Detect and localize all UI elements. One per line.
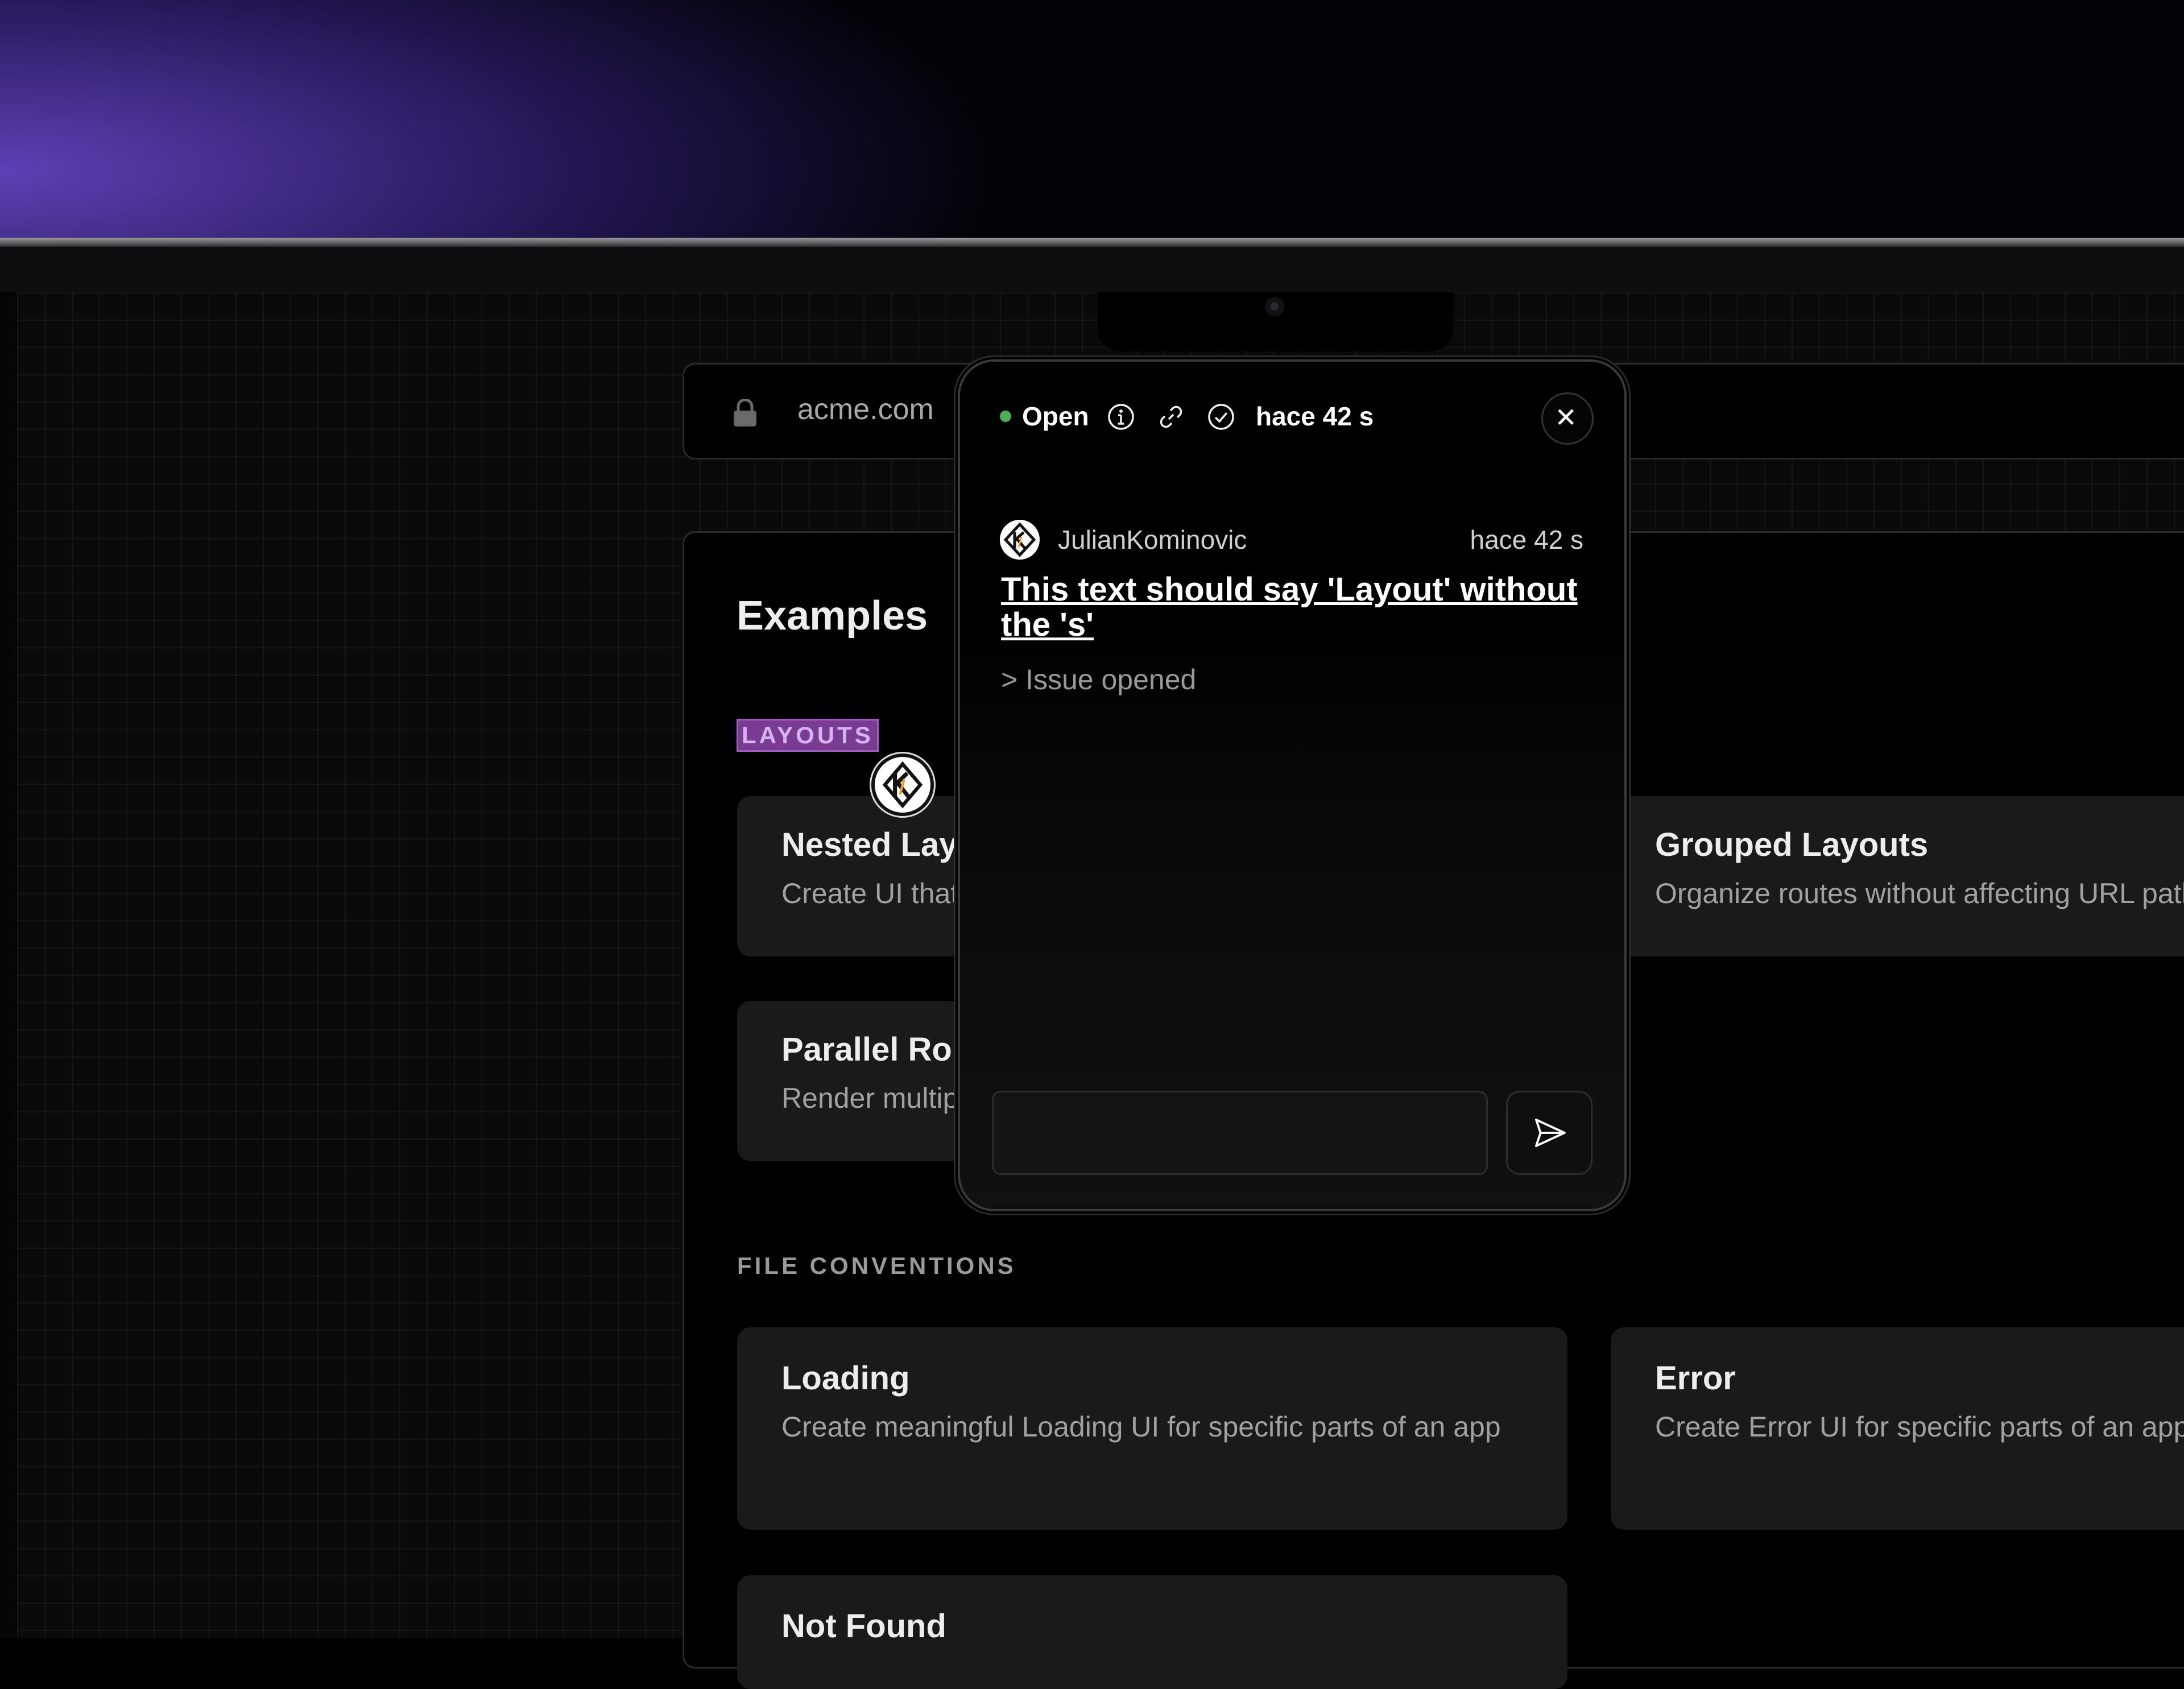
card-description: Organize routes without affecting URL pa… <box>1655 877 2184 909</box>
card-title: Not Found <box>781 1608 946 1645</box>
close-button[interactable] <box>1541 392 1594 445</box>
screen-edge <box>0 292 17 1638</box>
info-icon[interactable] <box>1107 403 1135 431</box>
page-title: Examples <box>737 593 928 639</box>
comment-time: hace 42 s <box>1470 525 1583 554</box>
file-conventions-section-label: FILE CONVENTIONS <box>737 1252 1016 1279</box>
card-error[interactable]: Error Create Error UI for specific parts… <box>1611 1327 2184 1530</box>
url-text[interactable]: acme.com <box>797 392 934 427</box>
layouts-section-label-highlighted[interactable]: LAYOUTS <box>737 719 879 752</box>
status-open-indicator <box>1000 411 1011 422</box>
card-description: Create meaningful Loading UI for specifi… <box>781 1411 1501 1443</box>
card-description: Create Error UI for specific parts of an… <box>1655 1411 2184 1443</box>
issue-status: Open <box>1022 401 1089 431</box>
camera-icon <box>1265 297 1284 316</box>
lock-icon <box>734 399 756 427</box>
card-title: Error <box>1655 1360 1736 1397</box>
issue-time: hace 42 s <box>1256 401 1374 431</box>
comment-text[interactable]: This text should say 'Layout' without th… <box>1001 572 1598 643</box>
close-icon <box>1558 409 1574 425</box>
comment-author: JulianKominovic <box>1058 525 1247 554</box>
desktop-wallpaper <box>0 0 2184 239</box>
check-circle-icon[interactable] <box>1207 403 1235 431</box>
reply-input[interactable] <box>992 1091 1488 1175</box>
device-frame <box>0 238 2184 247</box>
send-icon <box>1535 1119 1566 1147</box>
comment-popup <box>958 359 1627 1211</box>
card-loading[interactable]: Loading Create meaningful Loading UI for… <box>737 1327 1567 1530</box>
card-grouped-layouts[interactable]: Grouped Layouts Organize routes without … <box>1611 796 2184 957</box>
card-title: Loading <box>781 1360 910 1397</box>
card-not-found[interactable]: Not Found <box>737 1575 1567 1689</box>
link-icon[interactable] <box>1157 403 1185 431</box>
collaborator-avatar-icon[interactable] <box>871 754 934 816</box>
card-title: Grouped Layouts <box>1655 826 1929 863</box>
comment-status-note: > Issue opened <box>1001 664 1197 696</box>
send-button[interactable] <box>1506 1091 1592 1175</box>
device-bezel <box>0 247 2184 292</box>
user-avatar-icon <box>1000 520 1040 560</box>
